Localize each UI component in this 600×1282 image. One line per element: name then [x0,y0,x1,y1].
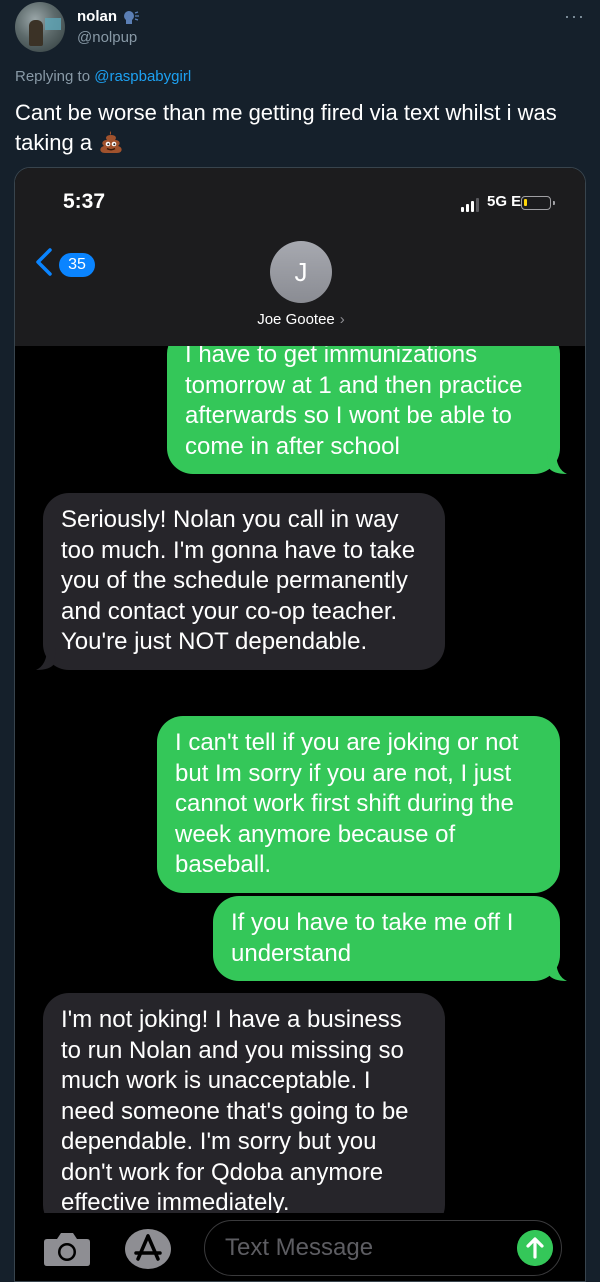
pile-of-poo-icon [100,131,122,153]
name-row: nolan [77,8,139,25]
bubble-tail [547,452,567,474]
replying-to: Replying to @raspbabygirl [15,68,191,85]
bubble-tail [547,959,567,981]
attached-screenshot[interactable]: 5:37 5G E 35 J Joe Gootee › I have to get… [14,167,586,1282]
network-label: 5G E [487,193,522,210]
message-bubble-sent[interactable]: I have to get immunizations tomorrow at … [167,346,567,474]
camera-icon[interactable] [43,1231,91,1267]
message-text: I'm not joking! I have a business to run… [61,1006,409,1213]
message-bubble-received[interactable]: I'm not joking! I have a business to run… [43,993,445,1213]
message-input[interactable] [225,1231,505,1265]
message-text: If you have to take me off I understand [231,909,514,967]
battery-icon [521,196,555,210]
contact-avatar[interactable]: J [270,241,332,303]
message-text: Seriously! Nolan you call in way too muc… [61,506,416,655]
message-bubble-sent[interactable]: I can't tell if you are joking or not bu… [157,716,560,893]
replying-prefix: Replying to [15,68,91,85]
more-options-icon[interactable]: ··· [564,6,585,27]
bubble-tail [36,647,56,670]
chevron-right-icon: › [339,311,345,328]
speaking-head-icon [124,10,139,24]
tweet-text: Cant be worse than me getting fired via … [15,98,585,158]
message-bubble-received[interactable]: Seriously! Nolan you call in way too muc… [36,493,445,670]
message-input-bar [15,1213,585,1281]
contact-name-row[interactable]: Joe Gootee › [15,311,585,328]
message-text-field[interactable] [204,1220,562,1276]
display-name[interactable]: nolan [77,8,117,25]
unread-count-badge[interactable]: 35 [59,253,95,277]
ios-header: 5:37 5G E 35 J Joe Gootee › [15,168,585,346]
handle[interactable]: @nolpup [77,29,137,46]
tweet-body: Cant be worse than me getting fired via … [15,100,557,155]
tweet-header: nolan @nolpup ··· [15,2,585,54]
signal-bars-icon [461,198,479,212]
message-text: I have to get immunizations tomorrow at … [185,346,523,460]
message-bubble-sent[interactable]: If you have to take me off I understand [213,896,567,981]
mention-link[interactable]: @raspbabygirl [94,68,191,85]
send-arrow-icon[interactable] [517,1230,553,1266]
avatar[interactable] [15,2,65,52]
back-chevron-icon[interactable] [35,248,53,276]
message-thread[interactable]: I have to get immunizations tomorrow at … [15,346,585,1213]
message-text: I can't tell if you are joking or not bu… [175,729,519,878]
app-store-icon[interactable] [123,1227,173,1271]
contact-name: Joe Gootee [257,311,335,328]
status-time: 5:37 [63,190,106,213]
